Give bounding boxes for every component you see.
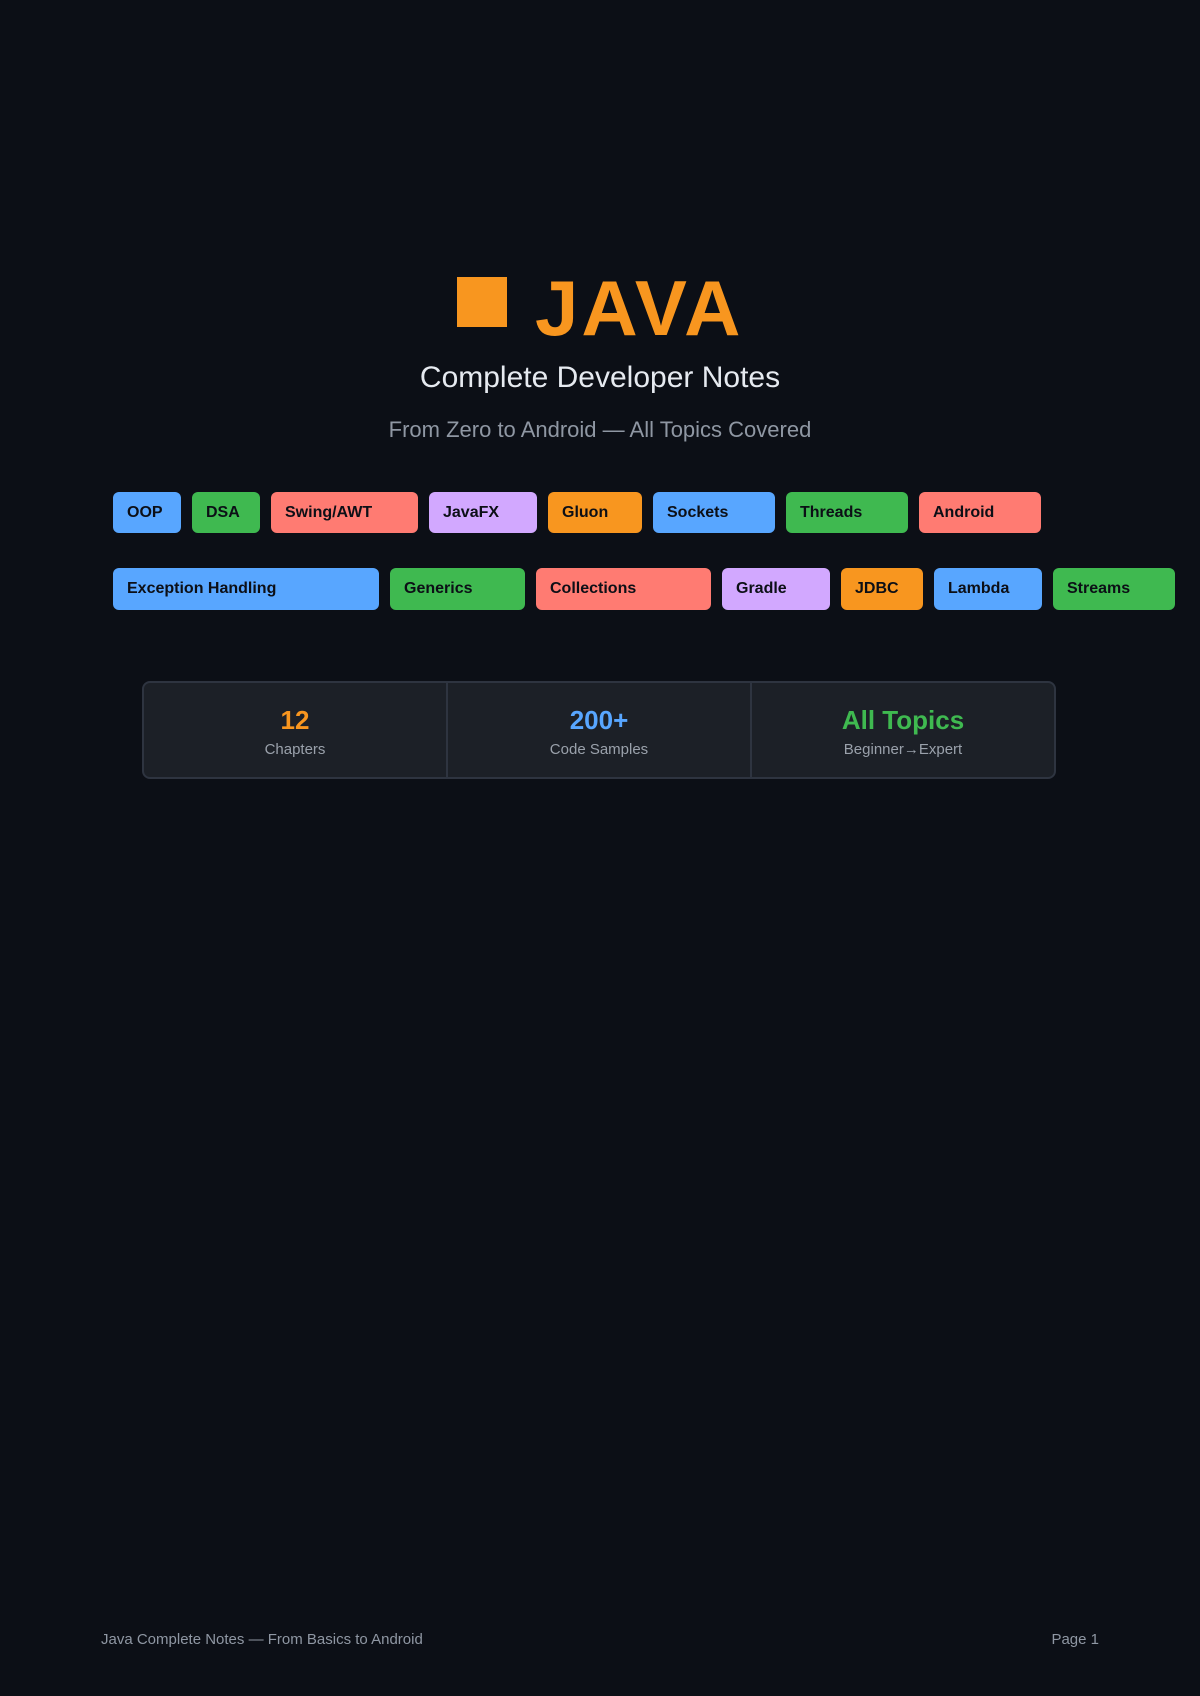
tag-gradle: Gradle [722, 568, 830, 610]
stat-label: Code Samples [549, 741, 649, 758]
cover-title: JAVA [534, 264, 744, 352]
tag-exception-handling: Exception Handling [113, 568, 379, 610]
tag-sockets: Sockets [653, 492, 775, 533]
tag-swing-awt: Swing/AWT [271, 492, 418, 533]
tag-android: Android [919, 492, 1041, 533]
cover-subtitle: Complete Developer Notes [419, 361, 781, 394]
stat-value: 200+ [569, 705, 629, 735]
page-number: Page 1 [1051, 1631, 1099, 1648]
tag-lambda: Lambda [934, 568, 1042, 610]
stat-label: Chapters [264, 741, 326, 758]
topic-tags-row-2: Exception Handling Generics Collections … [113, 568, 1175, 610]
stats-panel: 12 Chapters 200+ Code Samples All Topics… [142, 681, 1056, 779]
orange-square-icon [456, 277, 507, 327]
tag-collections: Collections [536, 568, 711, 610]
tag-dsa: DSA [192, 492, 260, 533]
topic-tags-row-1: OOP DSA Swing/AWT JavaFX Gluon Sockets T… [113, 492, 1041, 533]
stat-value: 12 [280, 705, 310, 735]
stat-value: All Topics [841, 705, 965, 735]
footer-title: Java Complete Notes — From Basics to And… [101, 1631, 423, 1648]
stat-chapters: 12 Chapters [144, 683, 448, 777]
tag-streams: Streams [1053, 568, 1175, 610]
cover-tagline: From Zero to Android — All Topics Covere… [388, 417, 812, 442]
tag-threads: Threads [786, 492, 908, 533]
tag-generics: Generics [390, 568, 525, 610]
tag-oop: OOP [113, 492, 181, 533]
tag-jdbc: JDBC [841, 568, 923, 610]
stat-topics: All Topics Beginner→Expert [752, 683, 1054, 777]
stat-label: Beginner→Expert [843, 741, 963, 758]
stat-code-samples: 200+ Code Samples [448, 683, 752, 777]
tag-gluon: Gluon [548, 492, 642, 533]
cover-title-row: JAVA [0, 268, 1200, 348]
tag-javafx: JavaFX [429, 492, 537, 533]
